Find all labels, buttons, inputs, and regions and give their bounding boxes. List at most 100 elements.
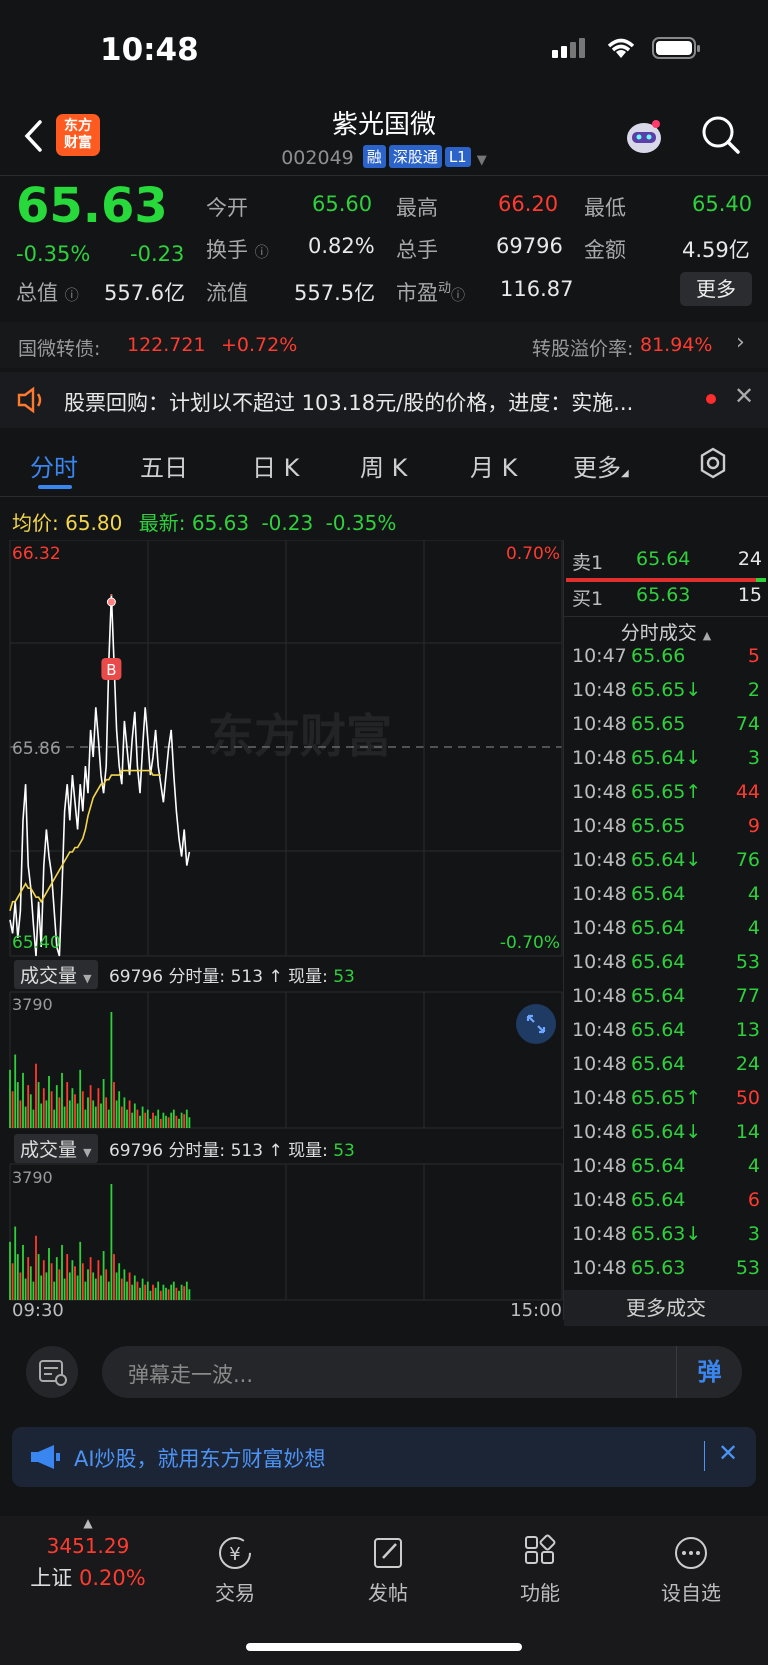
tab-post[interactable]: 发帖 bbox=[333, 1534, 443, 1606]
volume-bar bbox=[126, 1109, 128, 1128]
send-danmaku-button[interactable]: 弹 bbox=[676, 1346, 742, 1398]
trade-row: 10:48 65.65 9 bbox=[572, 815, 760, 849]
trade-time: 10:48 bbox=[572, 679, 627, 701]
info-icon: ⓘ bbox=[254, 245, 269, 261]
volume-bar bbox=[87, 1269, 89, 1300]
volume-header-1[interactable]: 成交量 ▼ 69796 分时量: 513 ↑ 现量: 53 bbox=[14, 960, 355, 989]
trade-time: 10:48 bbox=[572, 747, 627, 769]
trade-volume: 3 bbox=[747, 1223, 760, 1245]
search-icon[interactable] bbox=[700, 114, 742, 156]
volume-bar bbox=[118, 1263, 121, 1300]
trade-price: 65.63↓ bbox=[631, 1223, 702, 1245]
tab-week-k[interactable]: 周 K bbox=[360, 448, 407, 483]
ai-banner[interactable]: AI炒股，就用东方财富妙想 ✕ bbox=[12, 1427, 756, 1487]
ai-banner-text: AI炒股，就用东方财富妙想 bbox=[74, 1447, 326, 1471]
trade-time: 10:47 bbox=[572, 645, 627, 667]
volume-bar bbox=[113, 1082, 115, 1128]
volume-bar bbox=[167, 1289, 170, 1300]
trade-row: 10:47 65.66 5 bbox=[572, 645, 760, 679]
trade-time: 10:48 bbox=[572, 1121, 627, 1143]
volume-bar bbox=[107, 1281, 110, 1300]
volume-bar bbox=[97, 1260, 100, 1300]
tab-add-watchlist-label: 设自选 bbox=[661, 1581, 721, 1605]
price-axis-mid: 65.86 bbox=[12, 739, 61, 759]
tab-five-day[interactable]: 五日 bbox=[140, 448, 188, 483]
volume-bar bbox=[76, 1275, 79, 1300]
volume-bar bbox=[89, 1085, 92, 1128]
trade-time: 10:48 bbox=[572, 1053, 627, 1075]
volume-bar bbox=[188, 1117, 191, 1128]
more-quote-button[interactable]: 更多 bbox=[680, 272, 752, 306]
volume-bar bbox=[175, 1287, 178, 1300]
turnover-value: 0.82% bbox=[308, 234, 375, 258]
volume-bar bbox=[48, 1075, 50, 1128]
trade-row: 10:48 65.64 53 bbox=[572, 951, 760, 985]
tab-more[interactable]: 更多◢ bbox=[573, 448, 629, 483]
volume-bar bbox=[144, 1112, 147, 1128]
tab-add-watchlist[interactable]: 设自选 bbox=[636, 1534, 746, 1606]
volume-bar bbox=[9, 1069, 11, 1128]
volume-indicator-select-2[interactable]: 成交量 ▼ bbox=[14, 1134, 98, 1163]
volume-bar bbox=[149, 1290, 152, 1300]
tab-intraday[interactable]: 分时 bbox=[30, 448, 78, 483]
more-trades-button[interactable]: 更多成交 bbox=[564, 1290, 768, 1326]
comment-input[interactable]: 弹幕走一波... 弹 bbox=[102, 1346, 742, 1398]
trade-price: 65.65↑ bbox=[631, 781, 702, 803]
index-change: 0.20% bbox=[78, 1566, 146, 1590]
tab-day-k[interactable]: 日 K bbox=[252, 448, 299, 483]
volume-bar bbox=[126, 1281, 128, 1300]
mktcap-label[interactable]: 总值 ⓘ bbox=[16, 277, 79, 307]
ask-1-row[interactable]: 卖1 65.64 24 bbox=[564, 548, 768, 578]
volume-bar bbox=[29, 1094, 32, 1128]
volume-bar bbox=[55, 1085, 58, 1128]
close-icon[interactable]: ✕ bbox=[734, 382, 754, 410]
price-axis-min-pct: -0.70% bbox=[500, 933, 560, 953]
volume-bar bbox=[133, 1103, 136, 1128]
volume-bar bbox=[100, 1103, 102, 1128]
volume-indicator-select[interactable]: 成交量 ▼ bbox=[14, 960, 98, 989]
index-quote[interactable]: ▲ 3451.29 上证 0.20% bbox=[18, 1516, 158, 1592]
trade-time: 10:48 bbox=[572, 883, 627, 905]
tab-trade[interactable]: ¥ 交易 bbox=[180, 1534, 290, 1606]
volume-bar bbox=[37, 1082, 40, 1128]
volume-bar bbox=[162, 1112, 165, 1128]
close-banner-icon[interactable]: ✕ bbox=[718, 1439, 738, 1467]
tab-indicator bbox=[38, 485, 72, 489]
convertible-bond-row[interactable]: 国微转债: 122.721 +0.72% 转股溢价率: 81.94% › bbox=[0, 322, 768, 368]
trade-price: 65.64 bbox=[631, 985, 686, 1007]
robot-assistant-icon[interactable] bbox=[622, 114, 666, 158]
trade-volume: 5 bbox=[747, 645, 760, 667]
volume-bar bbox=[27, 1085, 30, 1128]
volume-bar bbox=[37, 1254, 40, 1300]
volume-bar bbox=[120, 1278, 123, 1300]
volume-bar bbox=[79, 1241, 82, 1300]
notice-text: 股票回购：计划以不超过 103.18元/股的价格，进度：实施... bbox=[64, 391, 634, 415]
trade-price: 65.64 bbox=[631, 883, 686, 905]
danmaku-toggle[interactable] bbox=[26, 1346, 78, 1398]
settings-icon[interactable] bbox=[697, 447, 729, 479]
trade-volume: 53 bbox=[735, 1257, 760, 1279]
expand-chart-button[interactable] bbox=[516, 1004, 556, 1044]
bid-1-row[interactable]: 买1 65.63 15 bbox=[564, 584, 768, 614]
trades-title[interactable]: 分时成交 ▲ bbox=[564, 618, 768, 645]
trade-row: 10:48 65.64 4 bbox=[572, 917, 760, 951]
price-axis-max: 66.32 bbox=[12, 544, 61, 564]
trade-time: 10:48 bbox=[572, 1087, 627, 1109]
turnover-label[interactable]: 换手 ⓘ bbox=[206, 234, 269, 264]
tab-functions[interactable]: 功能 bbox=[485, 1534, 595, 1606]
trade-row: 10:48 65.64↓ 76 bbox=[572, 849, 760, 883]
tab-month-k[interactable]: 月 K bbox=[470, 448, 517, 483]
volume-bar bbox=[66, 1082, 69, 1128]
volume-bar bbox=[118, 1091, 121, 1128]
trade-time: 10:48 bbox=[572, 951, 627, 973]
volume-bar bbox=[16, 1254, 19, 1300]
trade-time: 10:48 bbox=[572, 985, 627, 1007]
volume-header-2[interactable]: 成交量 ▼ 69796 分时量: 513 ↑ 现量: 53 bbox=[14, 1134, 355, 1163]
trade-price: 65.64↓ bbox=[631, 849, 702, 871]
volume-bar bbox=[113, 1254, 115, 1300]
buyback-notice[interactable]: 股票回购：计划以不超过 103.18元/股的价格，进度：实施... ✕ bbox=[0, 372, 768, 428]
intraday-chart[interactable]: 东方财富 B 66.32 0.70% 65.86 65.40 -0.70% 09… bbox=[0, 540, 564, 1320]
pe-label[interactable]: 市盈动ⓘ bbox=[396, 277, 465, 307]
grid-icon bbox=[525, 1534, 556, 1564]
mktcap-value: 557.6亿 bbox=[104, 281, 186, 305]
